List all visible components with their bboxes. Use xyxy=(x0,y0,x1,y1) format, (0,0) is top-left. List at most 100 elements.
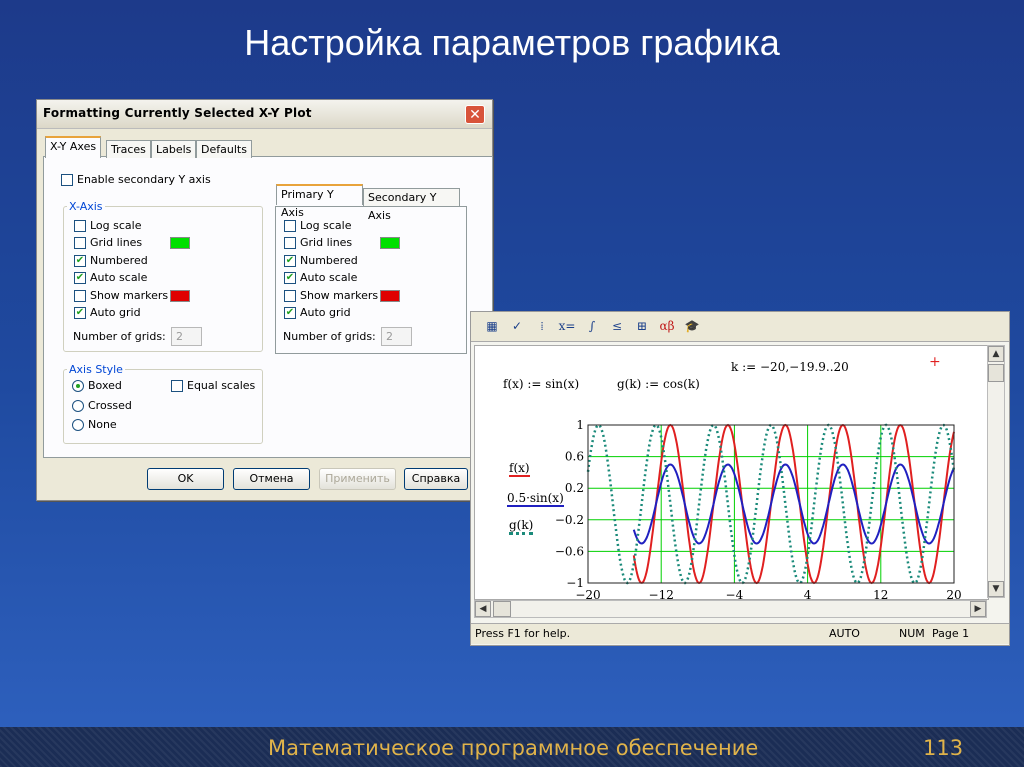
x-grids-input[interactable]: 2 xyxy=(171,327,202,346)
x-opt-color-swatch-1[interactable] xyxy=(170,237,190,250)
ytick-label-1: 0.6 xyxy=(565,450,584,464)
scroll-left-icon[interactable]: ◀ xyxy=(475,601,491,617)
xtick-label-1: −12 xyxy=(649,588,674,599)
tab-labels[interactable]: Labels xyxy=(151,140,197,158)
y-grids-input[interactable]: 2 xyxy=(381,327,412,346)
x-opt-label-1: Grid lines xyxy=(90,236,143,250)
ytick-label-3: −0.2 xyxy=(555,513,584,527)
format-dialog: Formatting Currently Selected X-Y Plot ✕… xyxy=(36,99,493,501)
y-opt-label-2: Numbered xyxy=(300,253,358,267)
worksheet[interactable]: k := −20,−19.9..20 + f(x) := sin(x) g(k)… xyxy=(474,345,989,600)
help-button[interactable]: Справка xyxy=(404,468,468,490)
graph-icon[interactable]: ✓ xyxy=(508,317,526,335)
x-opt-label-2: Numbered xyxy=(90,253,148,267)
footer-text: Математическое программное обеспечение xyxy=(268,736,759,760)
y-grids-label: Number of grids: xyxy=(283,330,376,343)
vertical-scrollbar[interactable]: ▲ ▼ xyxy=(987,345,1005,598)
cancel-button[interactable]: Отмена xyxy=(233,468,310,490)
slide-title: Настройка параметров графика xyxy=(244,22,780,63)
tab-primary-y[interactable]: Primary Y Axis xyxy=(276,184,363,219)
y-opt-checkbox-0[interactable] xyxy=(284,220,296,232)
horizontal-scrollbar[interactable]: ◀ ▶ xyxy=(474,600,987,618)
equal-scales-label: Equal scales xyxy=(187,379,256,392)
matrix-icon[interactable]: ⁞ xyxy=(533,317,551,335)
enable-secondary-checkbox[interactable] xyxy=(61,174,73,186)
x-opt-checkbox-1[interactable] xyxy=(74,237,86,250)
x-opt-label-0: Log scale xyxy=(90,219,142,232)
mathcad-window: ▦ ✓ ⁞ x= ∫ ≤ ⊞ αβ 🎓 k := −20,−19.9..20 + f(x) :=… xyxy=(470,311,1010,646)
x-opt-label-4: Show markers xyxy=(90,288,169,302)
programming-icon[interactable]: ⊞ xyxy=(633,317,651,335)
series-line-0 xyxy=(632,423,955,585)
apply-button[interactable]: Применить xyxy=(319,468,396,490)
tab-xy-axes[interactable]: X-Y Axes xyxy=(45,136,102,158)
ytick-label-4: −0.6 xyxy=(555,544,584,558)
ytick-label-2: 0.2 xyxy=(565,481,584,495)
status-num: NUM xyxy=(899,627,925,640)
y-opt-label-4: Show markers xyxy=(300,288,379,302)
status-mode: AUTO xyxy=(829,627,860,640)
axis-style-title: Axis Style xyxy=(67,363,125,376)
slide-footer: Математическое программное обеспечение 1… xyxy=(0,727,1024,767)
evaluation-icon[interactable]: x= xyxy=(558,317,576,335)
x-opt-checkbox-5[interactable]: ✔ xyxy=(74,307,86,319)
xtick-label-5: 20 xyxy=(946,588,961,599)
math-toolbar: ▦ ✓ ⁞ x= ∫ ≤ ⊞ αβ 🎓 xyxy=(471,312,1009,342)
greek-icon[interactable]: αβ xyxy=(658,317,676,335)
ok-button[interactable]: OK xyxy=(147,468,224,490)
y-opt-label-1: Grid lines xyxy=(300,236,353,250)
axis-style-label-1: Crossed xyxy=(88,398,132,412)
axis-style-label-0: Boxed xyxy=(88,379,122,392)
dialog-titlebar[interactable]: Formatting Currently Selected X-Y Plot ✕ xyxy=(37,100,492,129)
y-opt-label-3: Auto scale xyxy=(300,271,358,285)
xy-plot[interactable]: 10.60.2−0.2−0.6−1−20 −12 −4 4 12 20 xyxy=(475,346,988,599)
y-opt-checkbox-2[interactable]: ✔ xyxy=(284,254,296,267)
x-opt-checkbox-3[interactable]: ✔ xyxy=(74,272,86,285)
y-opt-checkbox-5[interactable]: ✔ xyxy=(284,307,296,319)
y-opt-checkbox-4[interactable] xyxy=(284,289,296,302)
page-number: 113 xyxy=(923,736,964,760)
status-help: Press F1 for help. xyxy=(475,627,571,640)
y-opt-checkbox-3[interactable]: ✔ xyxy=(284,272,296,285)
y-opt-color-swatch-4[interactable] xyxy=(380,289,400,302)
ytick-label-0: 1 xyxy=(576,418,584,432)
x-opt-label-3: Auto scale xyxy=(90,271,148,285)
x-opt-color-swatch-4[interactable] xyxy=(170,289,190,302)
calculator-icon[interactable]: ▦ xyxy=(483,317,501,335)
enable-secondary-label: Enable secondary Y axis xyxy=(77,173,211,186)
x-opt-checkbox-4[interactable] xyxy=(74,289,86,302)
scroll-right-icon[interactable]: ▶ xyxy=(970,601,986,617)
equal-scales-checkbox[interactable] xyxy=(171,380,183,392)
symbolic-icon[interactable]: 🎓 xyxy=(683,317,701,335)
axis-style-radio-0[interactable] xyxy=(72,380,84,392)
tab-defaults[interactable]: Defaults xyxy=(196,140,252,158)
hscroll-thumb[interactable] xyxy=(493,601,511,617)
boolean-icon[interactable]: ≤ xyxy=(608,317,626,335)
scroll-down-icon[interactable]: ▼ xyxy=(988,581,1004,597)
axis-style-label-2: None xyxy=(88,418,117,431)
y-opt-label-5: Auto grid xyxy=(300,306,351,319)
tab-traces[interactable]: Traces xyxy=(106,140,151,158)
x-opt-checkbox-2[interactable]: ✔ xyxy=(74,254,86,267)
y-opt-label-0: Log scale xyxy=(300,219,352,232)
x-grids-label: Number of grids: xyxy=(73,330,166,343)
y-opt-checkbox-1[interactable] xyxy=(284,237,296,250)
status-page: Page 1 xyxy=(932,627,970,640)
xtick-label-4: 12 xyxy=(873,588,888,599)
x-opt-label-5: Auto grid xyxy=(90,306,141,319)
scroll-thumb[interactable] xyxy=(988,364,1004,382)
axis-style-radio-1[interactable] xyxy=(72,399,84,412)
axis-style-radio-2[interactable] xyxy=(72,419,84,431)
xtick-label-2: −4 xyxy=(726,588,744,599)
calculus-icon[interactable]: ∫ xyxy=(583,317,601,335)
x-opt-checkbox-0[interactable] xyxy=(74,220,86,232)
x-axis-group-title: X-Axis xyxy=(67,200,105,213)
xtick-label-3: 4 xyxy=(804,588,812,599)
status-bar: Press F1 for help. AUTO NUM Page 1 xyxy=(471,623,1009,644)
y-opt-color-swatch-1[interactable] xyxy=(380,237,400,250)
close-icon[interactable]: ✕ xyxy=(465,105,485,124)
dialog-title: Formatting Currently Selected X-Y Plot xyxy=(43,106,312,120)
scroll-up-icon[interactable]: ▲ xyxy=(988,346,1004,362)
xtick-label-0: −20 xyxy=(575,588,600,599)
tab-secondary-y[interactable]: Secondary Y Axis xyxy=(363,188,460,222)
